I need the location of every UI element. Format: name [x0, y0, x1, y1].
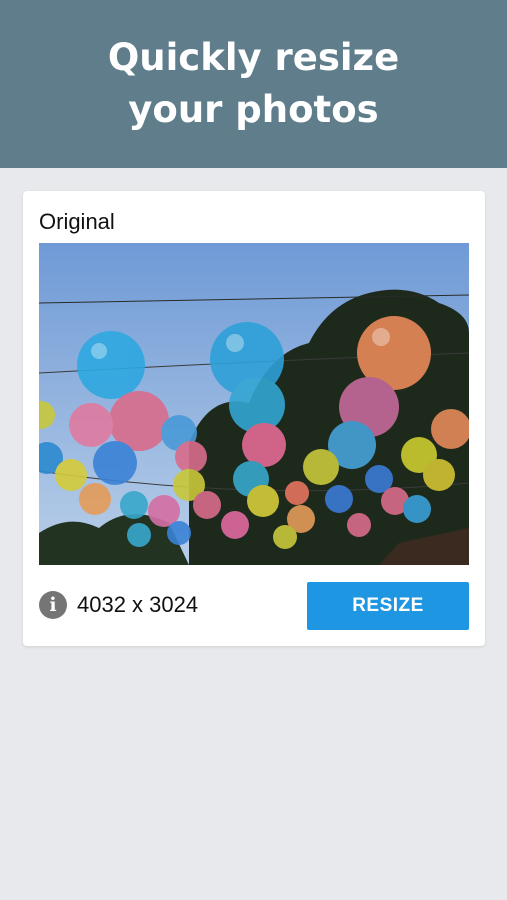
resize-button[interactable]: RESIZE	[307, 582, 469, 630]
image-info-row: i 4032 x 3024	[39, 591, 198, 619]
original-photo-card: Original i 4032 x 3024 RESIZE	[23, 191, 485, 646]
original-photo	[39, 243, 469, 565]
info-icon: i	[39, 591, 67, 619]
card-label: Original	[39, 209, 115, 234]
image-dimensions: 4032 x 3024	[77, 592, 199, 617]
page-title: Quickly resize your photos	[107, 36, 400, 131]
photo-balloons-illustration	[39, 243, 469, 565]
header-banner: Quickly resize your photos	[0, 0, 507, 168]
